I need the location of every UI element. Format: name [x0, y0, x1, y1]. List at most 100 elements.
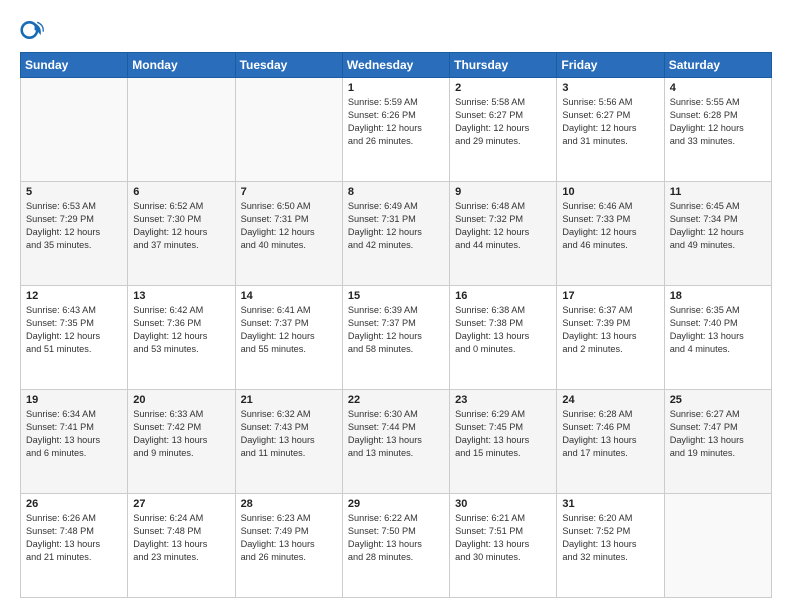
calendar-cell: 12 Sunrise: 6:43 AM Sunset: 7:35 PM Dayli… [21, 286, 128, 390]
logo [20, 18, 48, 42]
calendar-cell: 30 Sunrise: 6:21 AM Sunset: 7:51 PM Dayli… [450, 494, 557, 598]
calendar-cell: 11Sunrise: 6:45 AM Sunset: 7:34 PM Dayli… [664, 182, 771, 286]
calendar-cell: 15Sunrise: 6:39 AM Sunset: 7:37 PM Dayli… [342, 286, 449, 390]
calendar-cell: 24 Sunrise: 6:28 AM Sunset: 7:46 PM Dayli… [557, 390, 664, 494]
day-of-week-header: Tuesday [235, 53, 342, 78]
cell-sun-info: Sunrise: 6:42 AM Sunset: 7:36 PM Dayligh… [133, 304, 229, 356]
calendar-table: SundayMondayTuesdayWednesdayThursdayFrid… [20, 52, 772, 598]
cell-sun-info: Sunrise: 6:49 AM Sunset: 7:31 PM Dayligh… [348, 200, 444, 252]
calendar-cell: 31Sunrise: 6:20 AM Sunset: 7:52 PM Dayli… [557, 494, 664, 598]
calendar-cell: 5 Sunrise: 6:53 AM Sunset: 7:29 PM Daylig… [21, 182, 128, 286]
cell-sun-info: Sunrise: 6:46 AM Sunset: 7:33 PM Dayligh… [562, 200, 658, 252]
day-number: 26 [26, 498, 122, 510]
calendar-cell: 13 Sunrise: 6:42 AM Sunset: 7:36 PM Dayli… [128, 286, 235, 390]
day-number: 22 [348, 394, 444, 406]
cell-sun-info: Sunrise: 6:30 AM Sunset: 7:44 PM Dayligh… [348, 408, 444, 460]
calendar-cell: 16 Sunrise: 6:38 AM Sunset: 7:38 PM Dayli… [450, 286, 557, 390]
calendar-cell: 23 Sunrise: 6:29 AM Sunset: 7:45 PM Dayli… [450, 390, 557, 494]
day-number: 19 [26, 394, 122, 406]
calendar-cell: 18 Sunrise: 6:35 AM Sunset: 7:40 PM Dayli… [664, 286, 771, 390]
day-number: 27 [133, 498, 229, 510]
calendar-cell: 2 Sunrise: 5:58 AM Sunset: 6:27 PM Daylig… [450, 78, 557, 182]
calendar-cell [21, 78, 128, 182]
calendar-page: SundayMondayTuesdayWednesdayThursdayFrid… [0, 0, 792, 612]
calendar-cell: 17 Sunrise: 6:37 AM Sunset: 7:39 PM Dayli… [557, 286, 664, 390]
calendar-cell: 19 Sunrise: 6:34 AM Sunset: 7:41 PM Dayli… [21, 390, 128, 494]
day-of-week-header: Monday [128, 53, 235, 78]
calendar-week-row: 19 Sunrise: 6:34 AM Sunset: 7:41 PM Dayli… [21, 390, 772, 494]
day-of-week-header: Friday [557, 53, 664, 78]
day-number: 5 [26, 186, 122, 198]
cell-sun-info: Sunrise: 5:59 AM Sunset: 6:26 PM Dayligh… [348, 96, 444, 148]
day-number: 16 [455, 290, 551, 302]
calendar-cell: 10 Sunrise: 6:46 AM Sunset: 7:33 PM Dayli… [557, 182, 664, 286]
day-number: 12 [26, 290, 122, 302]
cell-sun-info: Sunrise: 6:37 AM Sunset: 7:39 PM Dayligh… [562, 304, 658, 356]
cell-sun-info: Sunrise: 6:43 AM Sunset: 7:35 PM Dayligh… [26, 304, 122, 356]
cell-sun-info: Sunrise: 6:48 AM Sunset: 7:32 PM Dayligh… [455, 200, 551, 252]
day-number: 14 [241, 290, 337, 302]
calendar-cell: 14 Sunrise: 6:41 AM Sunset: 7:37 PM Dayli… [235, 286, 342, 390]
calendar-cell: 29Sunrise: 6:22 AM Sunset: 7:50 PM Dayli… [342, 494, 449, 598]
cell-sun-info: Sunrise: 6:28 AM Sunset: 7:46 PM Dayligh… [562, 408, 658, 460]
cell-sun-info: Sunrise: 5:56 AM Sunset: 6:27 PM Dayligh… [562, 96, 658, 148]
day-number: 17 [562, 290, 658, 302]
cell-sun-info: Sunrise: 6:29 AM Sunset: 7:45 PM Dayligh… [455, 408, 551, 460]
cell-sun-info: Sunrise: 6:23 AM Sunset: 7:49 PM Dayligh… [241, 512, 337, 564]
cell-sun-info: Sunrise: 6:53 AM Sunset: 7:29 PM Dayligh… [26, 200, 122, 252]
day-number: 10 [562, 186, 658, 198]
calendar-cell: 20Sunrise: 6:33 AM Sunset: 7:42 PM Dayli… [128, 390, 235, 494]
day-number: 1 [348, 82, 444, 94]
calendar-cell: 9 Sunrise: 6:48 AM Sunset: 7:32 PM Daylig… [450, 182, 557, 286]
calendar-cell: 7 Sunrise: 6:50 AM Sunset: 7:31 PM Daylig… [235, 182, 342, 286]
cell-sun-info: Sunrise: 6:41 AM Sunset: 7:37 PM Dayligh… [241, 304, 337, 356]
day-number: 24 [562, 394, 658, 406]
cell-sun-info: Sunrise: 5:55 AM Sunset: 6:28 PM Dayligh… [670, 96, 766, 148]
calendar-cell: 26 Sunrise: 6:26 AM Sunset: 7:48 PM Dayli… [21, 494, 128, 598]
day-of-week-header: Thursday [450, 53, 557, 78]
cell-sun-info: Sunrise: 6:26 AM Sunset: 7:48 PM Dayligh… [26, 512, 122, 564]
calendar-cell: 4Sunrise: 5:55 AM Sunset: 6:28 PM Daylig… [664, 78, 771, 182]
cell-sun-info: Sunrise: 6:32 AM Sunset: 7:43 PM Dayligh… [241, 408, 337, 460]
day-number: 13 [133, 290, 229, 302]
day-of-week-header: Wednesday [342, 53, 449, 78]
calendar-cell: 22 Sunrise: 6:30 AM Sunset: 7:44 PM Dayli… [342, 390, 449, 494]
day-number: 2 [455, 82, 551, 94]
day-number: 25 [670, 394, 766, 406]
cell-sun-info: Sunrise: 6:35 AM Sunset: 7:40 PM Dayligh… [670, 304, 766, 356]
cell-sun-info: Sunrise: 6:33 AM Sunset: 7:42 PM Dayligh… [133, 408, 229, 460]
day-number: 30 [455, 498, 551, 510]
calendar-cell: 8 Sunrise: 6:49 AM Sunset: 7:31 PM Daylig… [342, 182, 449, 286]
day-number: 29 [348, 498, 444, 510]
day-of-week-header: Sunday [21, 53, 128, 78]
calendar-week-row: 26 Sunrise: 6:26 AM Sunset: 7:48 PM Dayli… [21, 494, 772, 598]
logo-icon [20, 18, 44, 42]
calendar-cell: 21 Sunrise: 6:32 AM Sunset: 7:43 PM Dayli… [235, 390, 342, 494]
cell-sun-info: Sunrise: 6:50 AM Sunset: 7:31 PM Dayligh… [241, 200, 337, 252]
day-number: 21 [241, 394, 337, 406]
day-number: 18 [670, 290, 766, 302]
day-number: 15 [348, 290, 444, 302]
calendar-cell: 27 Sunrise: 6:24 AM Sunset: 7:48 PM Dayli… [128, 494, 235, 598]
day-number: 31 [562, 498, 658, 510]
calendar-week-row: 12 Sunrise: 6:43 AM Sunset: 7:35 PM Dayli… [21, 286, 772, 390]
calendar-cell: 25 Sunrise: 6:27 AM Sunset: 7:47 PM Dayli… [664, 390, 771, 494]
day-number: 7 [241, 186, 337, 198]
cell-sun-info: Sunrise: 6:38 AM Sunset: 7:38 PM Dayligh… [455, 304, 551, 356]
day-of-week-header: Saturday [664, 53, 771, 78]
header [20, 18, 772, 42]
cell-sun-info: Sunrise: 6:34 AM Sunset: 7:41 PM Dayligh… [26, 408, 122, 460]
calendar-week-row: 5 Sunrise: 6:53 AM Sunset: 7:29 PM Daylig… [21, 182, 772, 286]
day-number: 23 [455, 394, 551, 406]
day-number: 3 [562, 82, 658, 94]
cell-sun-info: Sunrise: 6:27 AM Sunset: 7:47 PM Dayligh… [670, 408, 766, 460]
cell-sun-info: Sunrise: 6:21 AM Sunset: 7:51 PM Dayligh… [455, 512, 551, 564]
calendar-cell [235, 78, 342, 182]
day-number: 9 [455, 186, 551, 198]
calendar-cell [664, 494, 771, 598]
cell-sun-info: Sunrise: 5:58 AM Sunset: 6:27 PM Dayligh… [455, 96, 551, 148]
calendar-cell: 6Sunrise: 6:52 AM Sunset: 7:30 PM Daylig… [128, 182, 235, 286]
day-number: 8 [348, 186, 444, 198]
cell-sun-info: Sunrise: 6:24 AM Sunset: 7:48 PM Dayligh… [133, 512, 229, 564]
calendar-cell: 1 Sunrise: 5:59 AM Sunset: 6:26 PM Daylig… [342, 78, 449, 182]
